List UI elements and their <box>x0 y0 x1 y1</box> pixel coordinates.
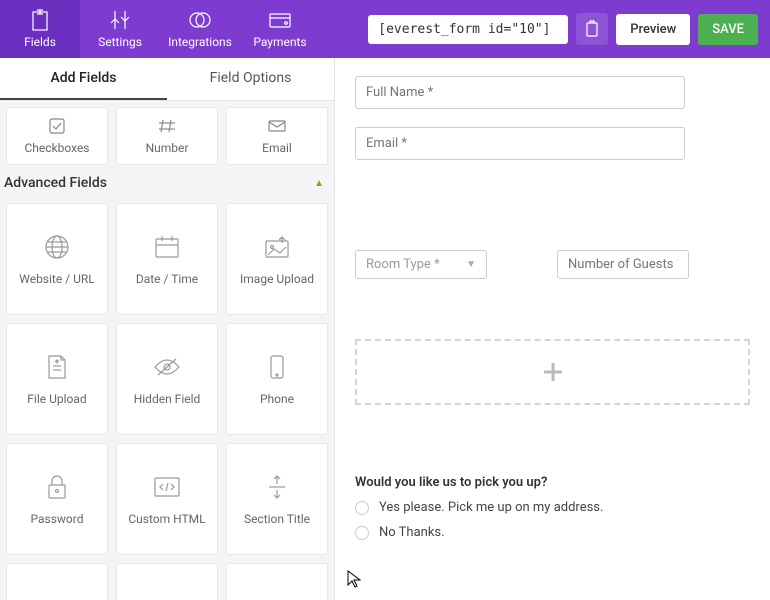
plus-icon <box>541 360 565 384</box>
field-label: File Upload <box>27 392 86 406</box>
field-label: Date / Time <box>136 272 198 286</box>
field-custom-html[interactable]: Custom HTML <box>116 443 218 555</box>
form-canvas: Room Type * ▼ Would you like us to pick … <box>335 58 770 600</box>
topbar-right: [everest_form id="10"] Preview SAVE <box>356 0 770 58</box>
field-label: Website / URL <box>19 272 95 286</box>
guests-input[interactable] <box>557 250 689 279</box>
advanced-fields-grid: Website / URL Date / Time Image Upload F… <box>0 197 334 600</box>
field-checkboxes[interactable]: Checkboxes <box>6 107 108 165</box>
nav-payments-label: Payments <box>253 35 306 49</box>
fields-icon <box>30 9 50 31</box>
radio-option-yes[interactable]: Yes please. Pick me up on my address. <box>355 500 750 515</box>
room-type-placeholder: Room Type * <box>366 257 440 272</box>
payments-icon <box>268 9 292 31</box>
field-password[interactable]: Password <box>6 443 108 555</box>
save-button[interactable]: SAVE <box>698 14 758 45</box>
clipboard-icon <box>584 20 600 38</box>
field-website[interactable]: Website / URL <box>6 203 108 315</box>
field-hidden[interactable]: Hidden Field <box>116 323 218 435</box>
field-file-upload[interactable]: File Upload <box>6 323 108 435</box>
field-label: Checkboxes <box>25 141 90 155</box>
settings-icon <box>109 9 131 31</box>
top-nav: Fields Settings Integrations Payments <box>0 0 320 58</box>
field-label: Password <box>30 512 83 526</box>
chevron-up-icon: ▲ <box>314 178 324 189</box>
full-name-input[interactable] <box>355 76 685 109</box>
chevron-down-icon: ▼ <box>466 259 476 270</box>
radio-option-no[interactable]: No Thanks. <box>355 525 750 540</box>
number-icon <box>159 117 175 135</box>
radio-icon <box>355 526 369 540</box>
email-input[interactable] <box>355 127 685 160</box>
main-area: Add Fields Field Options Checkboxes Numb… <box>0 58 770 600</box>
html-icon <box>153 472 181 502</box>
globe-icon <box>44 232 70 262</box>
file-upload-icon <box>46 352 68 382</box>
field-label: Image Upload <box>240 272 314 286</box>
top-bar: Fields Settings Integrations Payments [e… <box>0 0 770 58</box>
field-phone[interactable]: Phone <box>226 323 328 435</box>
nav-fields-label: Fields <box>24 35 56 49</box>
sidebar-tabs: Add Fields Field Options <box>0 58 334 101</box>
general-fields-grid: Checkboxes Number Email <box>0 101 334 165</box>
field-address[interactable] <box>116 563 218 600</box>
tab-field-options[interactable]: Field Options <box>167 58 334 100</box>
fields-sidebar: Add Fields Field Options Checkboxes Numb… <box>0 58 335 600</box>
field-label: Section Title <box>244 512 310 526</box>
row-room-guests: Room Type * ▼ <box>355 250 750 279</box>
nav-settings[interactable]: Settings <box>80 0 160 58</box>
field-label: Custom HTML <box>128 512 205 526</box>
field-label: Email <box>262 141 292 155</box>
field-country[interactable] <box>226 563 328 600</box>
preview-button[interactable]: Preview <box>616 14 690 45</box>
room-type-select[interactable]: Room Type * ▼ <box>355 250 487 279</box>
section-title-icon <box>267 472 287 502</box>
radio-icon <box>355 501 369 515</box>
cursor-icon <box>347 570 361 588</box>
nav-payments[interactable]: Payments <box>240 0 320 58</box>
nav-integrations-label: Integrations <box>168 35 232 49</box>
field-label: Phone <box>260 392 294 406</box>
image-upload-icon <box>264 232 290 262</box>
drop-zone[interactable] <box>355 339 750 405</box>
nav-integrations[interactable]: Integrations <box>160 0 240 58</box>
checkbox-icon <box>49 117 65 135</box>
field-label: Number <box>146 141 189 155</box>
pickup-question: Would you like us to pick you up? <box>355 475 750 490</box>
email-icon <box>268 117 286 135</box>
hidden-icon <box>152 352 182 382</box>
phone-icon <box>269 352 285 382</box>
field-email[interactable]: Email <box>226 107 328 165</box>
radio-label: No Thanks. <box>379 525 445 540</box>
field-label: Hidden Field <box>134 392 201 406</box>
field-image-upload[interactable]: Image Upload <box>226 203 328 315</box>
nav-fields[interactable]: Fields <box>0 0 80 58</box>
field-number[interactable]: Number <box>116 107 218 165</box>
integrations-icon <box>187 9 213 31</box>
section-title: Advanced Fields <box>4 175 107 191</box>
calendar-icon <box>154 232 180 262</box>
field-datetime[interactable]: Date / Time <box>116 203 218 315</box>
shortcode-display[interactable]: [everest_form id="10"] <box>368 15 568 44</box>
copy-shortcode-button[interactable] <box>576 13 608 45</box>
advanced-fields-header[interactable]: Advanced Fields ▲ <box>0 165 334 197</box>
field-signature[interactable] <box>6 563 108 600</box>
field-section-title[interactable]: Section Title <box>226 443 328 555</box>
radio-label: Yes please. Pick me up on my address. <box>379 500 603 515</box>
tab-add-fields[interactable]: Add Fields <box>0 58 167 100</box>
lock-icon <box>46 472 68 502</box>
nav-settings-label: Settings <box>98 35 142 49</box>
